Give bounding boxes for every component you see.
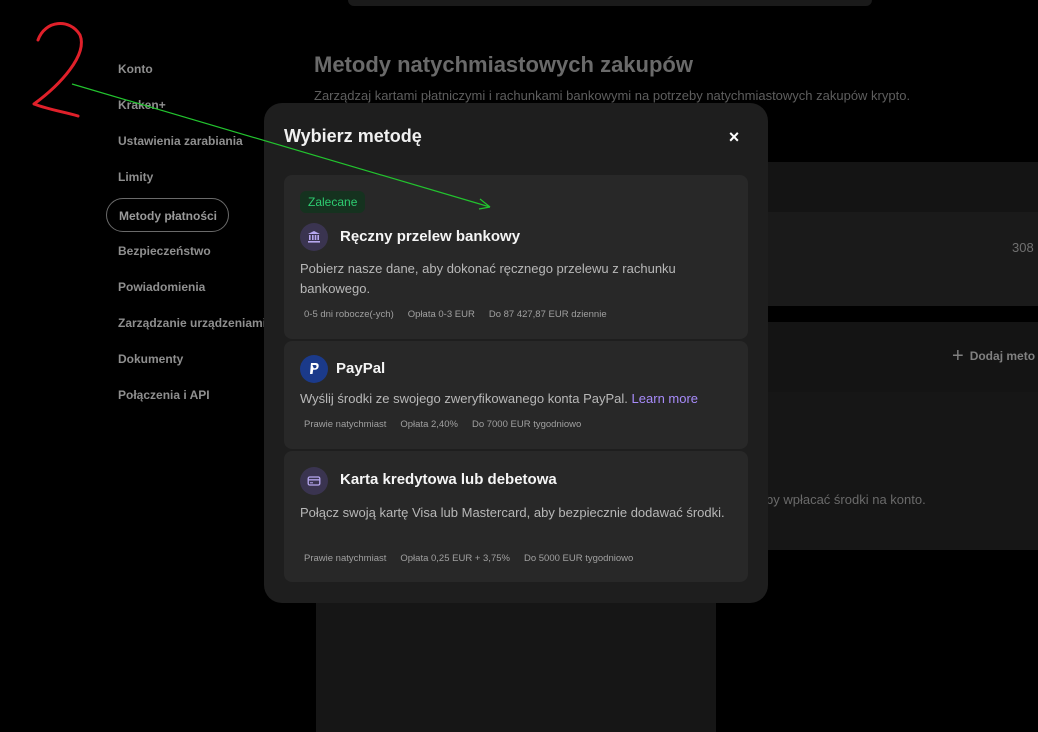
modal-title: Wybierz metodę [284, 126, 422, 146]
sidebar-item-konto[interactable]: Konto [106, 52, 276, 88]
method-card-paypal[interactable]: PayPal Wyślij środki ze swojego zweryfik… [284, 341, 748, 449]
sidebar-item-kraken-plus[interactable]: Kraken+ [106, 88, 276, 124]
method-card-credit-card[interactable]: Karta kredytowa lub debetowa Połącz swoj… [284, 451, 748, 582]
plus-icon: + [952, 345, 964, 367]
page-subtitle: Zarządzaj kartami płatniczymi i rachunka… [314, 88, 911, 103]
sidebar-item-limits[interactable]: Limity [106, 160, 276, 196]
sidebar-item-devices[interactable]: Zarządzanie urządzeniami [106, 306, 276, 342]
method-meta: Prawie natychmiast Opłata 2,40% Do 7000 … [304, 419, 581, 430]
sidebar-item-security[interactable]: Bezpieczeństwo [106, 234, 276, 270]
method-meta: 0-5 dni robocze(-ych) Opłata 0-3 EUR Do … [304, 309, 607, 320]
method-description: Pobierz nasze dane, aby dokonać ręcznego… [300, 261, 676, 296]
bank-icon [300, 223, 328, 251]
credit-card-icon [300, 467, 328, 495]
learn-more-link[interactable]: Learn more [632, 391, 698, 406]
add-method-label: Dodaj meto [969, 349, 1036, 363]
method-title: PayPal [336, 360, 386, 377]
method-title: Karta kredytowa lub debetowa [340, 471, 557, 488]
method-description: Wyślij środki ze swojego zweryfikowanego… [300, 389, 740, 409]
method-fee: Opłata 0,25 EUR + 3,75% [400, 553, 510, 564]
method-description-text: Wyślij środki ze swojego zweryfikowanego… [300, 391, 628, 406]
method-card-bank-transfer[interactable]: Zalecane Ręczny przelew bankowy Pobierz … [284, 175, 748, 339]
page-title: Metody natychmiastowych zakupów [314, 52, 693, 77]
handwritten-number-2 [32, 22, 83, 118]
recommended-badge: Zalecane [300, 191, 366, 213]
close-button[interactable]: × [722, 125, 746, 149]
sidebar-item-earn-settings[interactable]: Ustawienia zarabiania [106, 124, 276, 160]
method-time: Prawie natychmiast [304, 553, 387, 564]
settings-sidebar: Konto Kraken+ Ustawienia zarabiania Limi… [106, 52, 276, 414]
bg-balance-value: 308 [1012, 240, 1034, 255]
sidebar-item-payment-methods[interactable]: Metody płatności [106, 198, 229, 232]
method-limit: Do 87 427,87 EUR dziennie [488, 309, 607, 320]
method-time: Prawie natychmiast [304, 419, 387, 430]
bg-deposit-text: by wpłacać środki na konto. [766, 492, 926, 507]
close-icon: × [728, 127, 740, 147]
sidebar-item-documents[interactable]: Dokumenty [106, 342, 276, 378]
top-search-bar [348, 0, 872, 6]
sidebar-item-api[interactable]: Połączenia i API [106, 378, 276, 414]
method-time: 0-5 dni robocze(-ych) [304, 309, 394, 320]
method-description: Połącz swoją kartę Visa lub Mastercard, … [300, 505, 725, 520]
method-limit: Do 5000 EUR tygodniowo [523, 553, 634, 564]
method-meta: Prawie natychmiast Opłata 0,25 EUR + 3,7… [304, 553, 633, 564]
add-method-button[interactable]: + Dodaj meto [952, 345, 1036, 367]
method-fee: Opłata 2,40% [400, 419, 458, 430]
sidebar-item-notifications[interactable]: Powiadomienia [106, 270, 276, 306]
method-fee: Opłata 0-3 EUR [407, 309, 475, 320]
choose-method-modal: Wybierz metodę × Zalecane Ręczny przelew… [264, 103, 768, 603]
method-limit: Do 7000 EUR tygodniowo [471, 419, 582, 430]
paypal-icon [300, 355, 328, 383]
method-title: Ręczny przelew bankowy [340, 228, 521, 245]
